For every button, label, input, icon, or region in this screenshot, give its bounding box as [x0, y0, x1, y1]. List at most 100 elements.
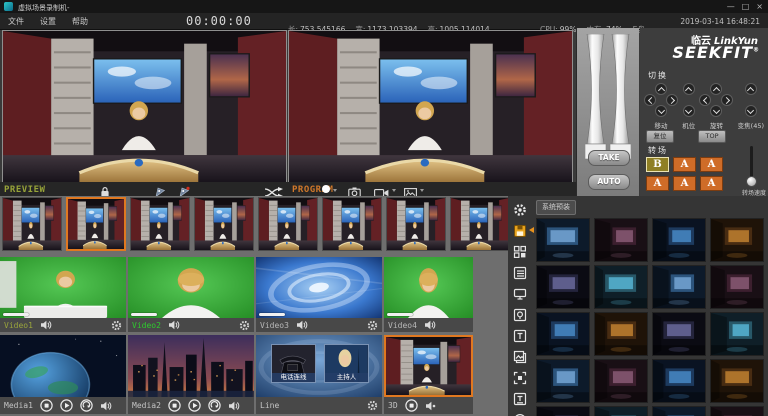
settings-gear-icon[interactable]	[513, 202, 528, 217]
speaker-icon[interactable]	[40, 320, 52, 330]
scene-thumbnail-0[interactable]	[2, 197, 62, 251]
video-source-4[interactable]	[384, 257, 473, 318]
draw-pen-icon[interactable]	[513, 412, 528, 416]
record-dropdown-icon[interactable]	[333, 189, 337, 192]
image-overlay-icon[interactable]	[513, 349, 528, 364]
gallery-tab[interactable]: 系统预装	[536, 200, 576, 215]
frame-crop-icon[interactable]	[513, 370, 528, 385]
video-source-2[interactable]	[128, 257, 254, 318]
speaker-muted-icon[interactable]	[425, 401, 437, 411]
scene-grid-icon[interactable]	[513, 244, 528, 259]
pad-3-down-button[interactable]	[745, 105, 757, 117]
menu-item-1[interactable]: 设置	[40, 16, 56, 27]
scene-thumbnail-3[interactable]	[194, 197, 254, 251]
stop-button[interactable]	[40, 399, 53, 412]
title-text-icon[interactable]	[513, 391, 528, 406]
image-dropdown-icon[interactable]	[420, 189, 424, 192]
gallery-scene-4[interactable]	[710, 218, 764, 262]
menu-item-2[interactable]: 帮助	[72, 16, 88, 27]
play-button[interactable]	[188, 399, 201, 412]
media-source-1[interactable]	[0, 335, 126, 397]
phone-call-chip[interactable]: 电话连线	[271, 344, 316, 383]
volume-slider[interactable]	[3, 313, 29, 316]
gallery-scene-2[interactable]	[594, 218, 648, 262]
pad-2-right-button[interactable]	[721, 94, 733, 106]
monitor-icon[interactable]	[513, 286, 528, 301]
minimize-icon[interactable]: —	[727, 1, 735, 12]
studio-light-icon[interactable]	[513, 307, 528, 322]
pad-3-up-button[interactable]	[745, 83, 757, 95]
scene-thumbnail-1[interactable]	[66, 197, 126, 251]
gallery-scene-13[interactable]	[536, 359, 590, 403]
gallery-scene-8[interactable]	[710, 265, 764, 309]
pad-1-up-button[interactable]	[683, 83, 695, 95]
preview-monitor[interactable]	[2, 30, 287, 184]
maximize-icon[interactable]: □	[742, 1, 750, 12]
stop-button[interactable]	[168, 399, 181, 412]
save-icon[interactable]	[513, 223, 528, 238]
virtual-3d-source[interactable]	[384, 335, 473, 397]
speaker-icon[interactable]	[100, 401, 112, 411]
pad-0-right-button[interactable]	[666, 94, 678, 106]
scene-thumbnail-2[interactable]	[130, 197, 190, 251]
program-monitor[interactable]	[288, 30, 573, 184]
gallery-scene-11[interactable]	[652, 312, 706, 356]
scene-thumbnail-5[interactable]	[322, 197, 382, 251]
scene-thumbnail-6[interactable]	[386, 197, 446, 251]
gallery-scene-16[interactable]	[710, 359, 764, 403]
volume-slider[interactable]	[131, 313, 157, 316]
video-source-1[interactable]	[0, 257, 126, 318]
transition-speed-knob[interactable]	[746, 176, 757, 187]
gallery-scene-15[interactable]	[652, 359, 706, 403]
reset-button[interactable]: 复位	[646, 130, 674, 143]
gallery-scene-20[interactable]	[710, 406, 764, 416]
gallery-scene-1[interactable]	[536, 218, 590, 262]
gallery-scene-9[interactable]	[536, 312, 590, 356]
gallery-scene-17[interactable]	[536, 406, 590, 416]
play-button[interactable]	[60, 399, 73, 412]
auto-button[interactable]: AUTO	[588, 174, 630, 190]
top-button[interactable]: TOP	[698, 130, 726, 143]
pad-2-left-button[interactable]	[699, 94, 711, 106]
pad-0-left-button[interactable]	[644, 94, 656, 106]
tbar-fader[interactable]	[585, 34, 631, 166]
playlist-icon[interactable]	[513, 265, 528, 280]
speaker-icon[interactable]	[228, 401, 240, 411]
caption-text-icon[interactable]	[513, 328, 528, 343]
pad-0-down-button[interactable]	[655, 105, 667, 117]
gallery-scene-6[interactable]	[594, 265, 648, 309]
gallery-scene-10[interactable]	[594, 312, 648, 356]
gallery-scene-12[interactable]	[710, 312, 764, 356]
take-button[interactable]: TAKE	[588, 150, 630, 166]
speaker-icon[interactable]	[424, 320, 436, 330]
loop-button[interactable]	[208, 399, 221, 412]
transition-button-2[interactable]: A	[700, 157, 723, 172]
host-chip[interactable]: 主持人	[324, 344, 369, 383]
gear-icon[interactable]	[239, 320, 250, 331]
gear-icon[interactable]	[367, 320, 378, 331]
scene-thumbnail-7[interactable]	[450, 197, 510, 251]
record-icon[interactable]	[322, 185, 330, 193]
transition-button-0[interactable]: B	[646, 157, 669, 172]
pad-0-up-button[interactable]	[655, 83, 667, 95]
close-icon[interactable]: ×	[756, 1, 763, 12]
video-source-3[interactable]	[256, 257, 382, 318]
transition-button-1[interactable]: A	[673, 157, 696, 172]
pad-2-up-button[interactable]	[710, 83, 722, 95]
gallery-scene-3[interactable]	[652, 218, 706, 262]
stop-button[interactable]	[405, 399, 418, 412]
gallery-scene-18[interactable]	[594, 406, 648, 416]
scene-thumbnail-4[interactable]	[258, 197, 318, 251]
line-source[interactable]: 电话连线 主持人	[256, 335, 382, 397]
speaker-icon[interactable]	[296, 320, 308, 330]
gallery-scene-5[interactable]	[536, 265, 590, 309]
gear-icon[interactable]	[111, 320, 122, 331]
volume-slider[interactable]	[387, 313, 413, 316]
volume-slider[interactable]	[259, 313, 285, 316]
gallery-scene-7[interactable]	[652, 265, 706, 309]
speaker-icon[interactable]	[168, 320, 180, 330]
gear-icon[interactable]	[367, 400, 378, 411]
loop-button[interactable]	[80, 399, 93, 412]
gallery-scene-19[interactable]	[652, 406, 706, 416]
transition-button-3[interactable]: A	[646, 176, 669, 191]
